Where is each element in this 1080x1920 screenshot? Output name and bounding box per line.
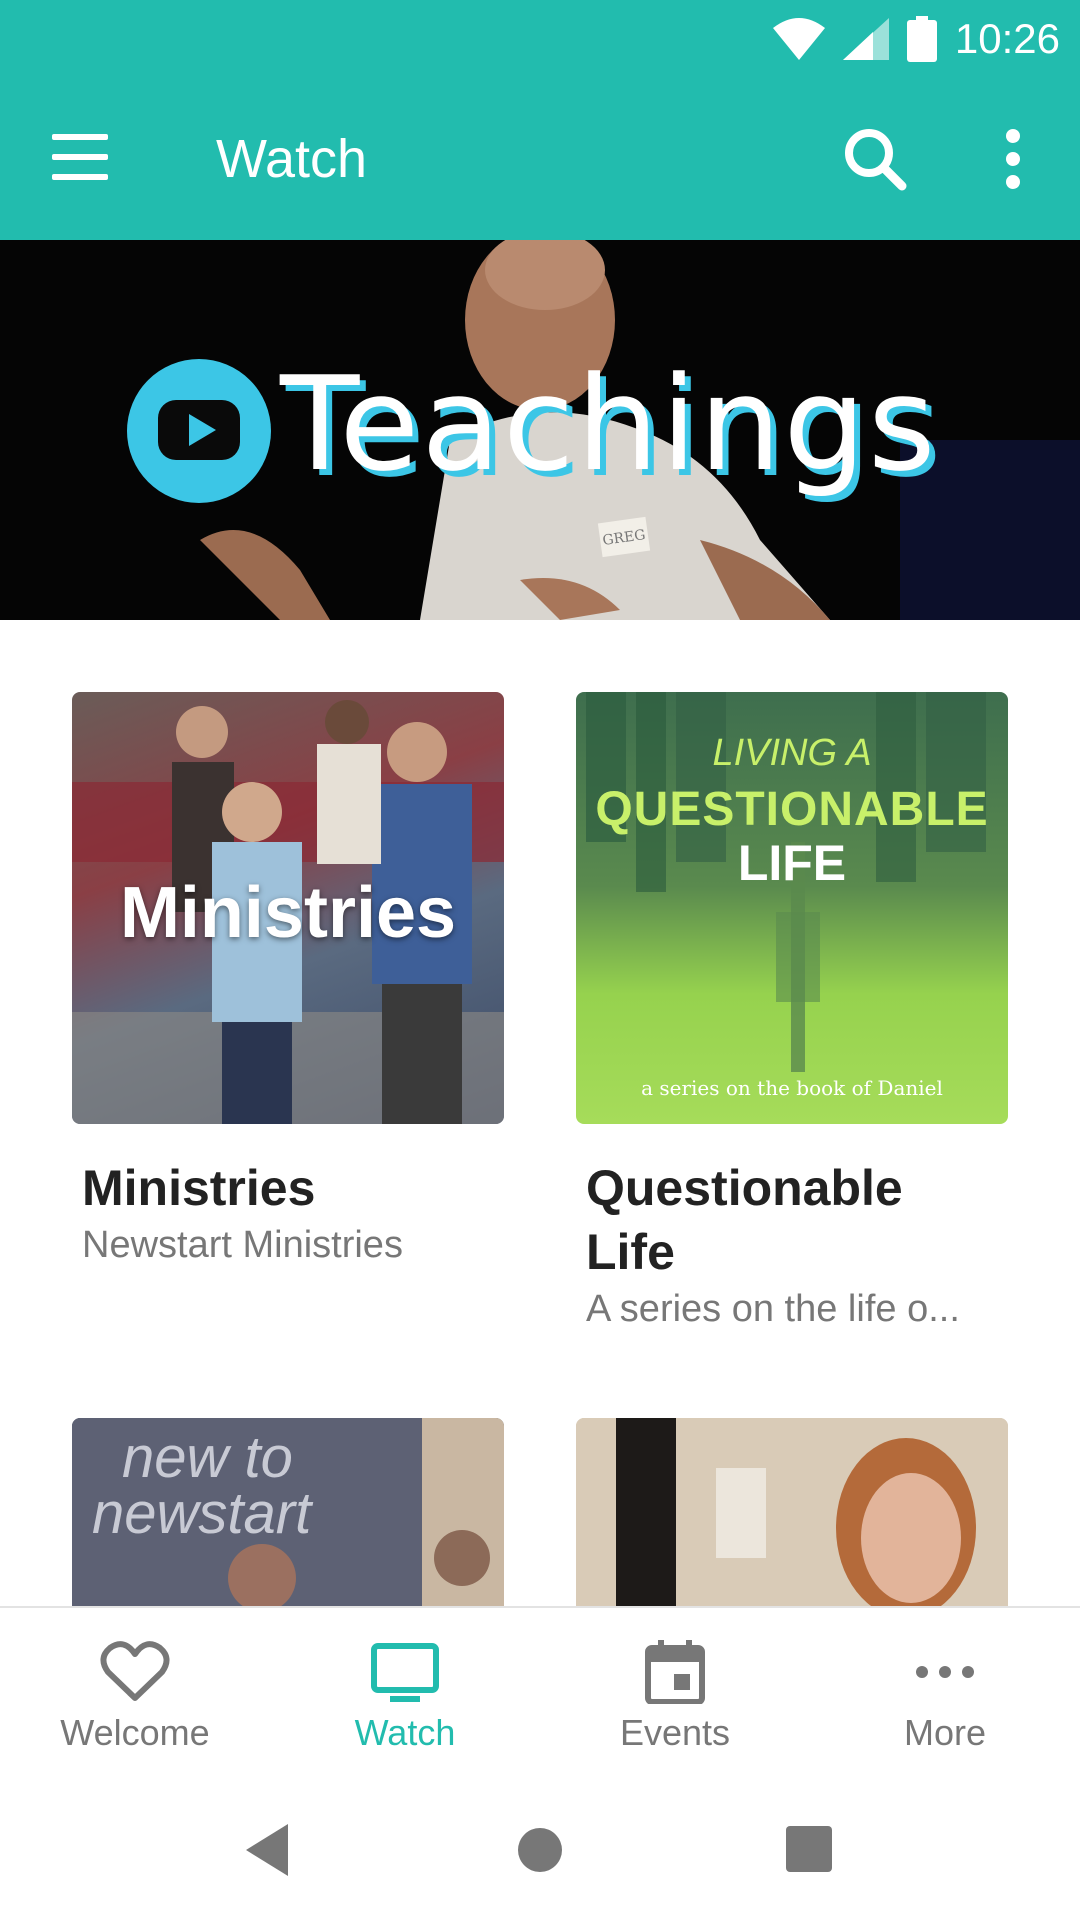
status-time: 10:26 [954, 15, 1060, 62]
card-title: Questionable Life [576, 1156, 1008, 1284]
teachings-banner[interactable]: Teachings GREG [0, 240, 1080, 620]
tab-label: Watch [354, 1712, 456, 1753]
more-vertical-icon [1006, 129, 1020, 189]
tab-welcome[interactable]: Welcome [0, 1608, 270, 1786]
card-title: Ministries [82, 1160, 316, 1216]
image-text-line1: LIVING A [712, 732, 872, 774]
heart-icon [100, 1641, 170, 1701]
card-image: LIVING A QUESTIONABLE LIFE a series on t… [576, 692, 1008, 1124]
woman-photo [576, 1418, 1008, 1606]
tv-icon [371, 1643, 439, 1702]
menu-icon-line [52, 174, 108, 180]
card-image-label: Ministries [119, 873, 457, 953]
card-title-line1: Questionable [586, 1160, 903, 1216]
image-tagline: a series on the book of Daniel [641, 1076, 943, 1100]
calendar-icon [645, 1640, 705, 1704]
search-icon [845, 129, 907, 191]
cellular-signal-icon [842, 18, 889, 60]
home-icon[interactable] [510, 1820, 570, 1880]
recents-icon[interactable] [780, 1820, 840, 1880]
menu-button[interactable] [52, 134, 112, 184]
overflow-menu-button[interactable] [990, 124, 1036, 194]
card-title-line2: Life [586, 1224, 675, 1280]
card-ministries[interactable]: Ministries Ministries Newstart Ministrie… [72, 692, 504, 1270]
card-partial-woman[interactable] [576, 1418, 1008, 1606]
status-bar: 10:26 [0, 0, 1080, 78]
image-text-line3: LIFE [737, 835, 847, 891]
more-horizontal-icon [916, 1666, 974, 1678]
system-navigation-bar [0, 1784, 1080, 1920]
card-subtitle: Newstart Ministries [82, 1224, 403, 1266]
tab-watch[interactable]: Watch [270, 1608, 540, 1786]
menu-icon-line [52, 154, 108, 160]
image-text-line2: QUESTIONABLE [595, 783, 989, 836]
back-icon[interactable] [238, 1820, 298, 1880]
card-image: Ministries [72, 692, 504, 1124]
battery-icon [906, 16, 937, 62]
tab-label: Events [619, 1712, 731, 1753]
play-button-icon [127, 359, 271, 503]
page-title: Watch [216, 129, 368, 189]
menu-icon [52, 134, 108, 140]
tab-more[interactable]: More [810, 1608, 1080, 1786]
wifi-icon [772, 18, 825, 60]
app-bar: Watch [0, 78, 1080, 240]
tab-label: Welcome [60, 1712, 210, 1753]
chalkboard-text-line2: newstart [92, 1481, 312, 1546]
card-subtitle: A series on the life o... [586, 1288, 960, 1330]
tab-label: More [903, 1712, 987, 1753]
bottom-tab-bar: Welcome Watch Events More [0, 1606, 1080, 1786]
card-questionable-life[interactable]: LIVING A QUESTIONABLE LIFE a series on t… [576, 692, 1008, 1334]
tab-events[interactable]: Events [540, 1608, 810, 1786]
search-button[interactable] [840, 124, 910, 194]
hero-title: Teachings [280, 348, 938, 500]
card-new-to-newstart[interactable]: new to newstart [72, 1418, 504, 1606]
